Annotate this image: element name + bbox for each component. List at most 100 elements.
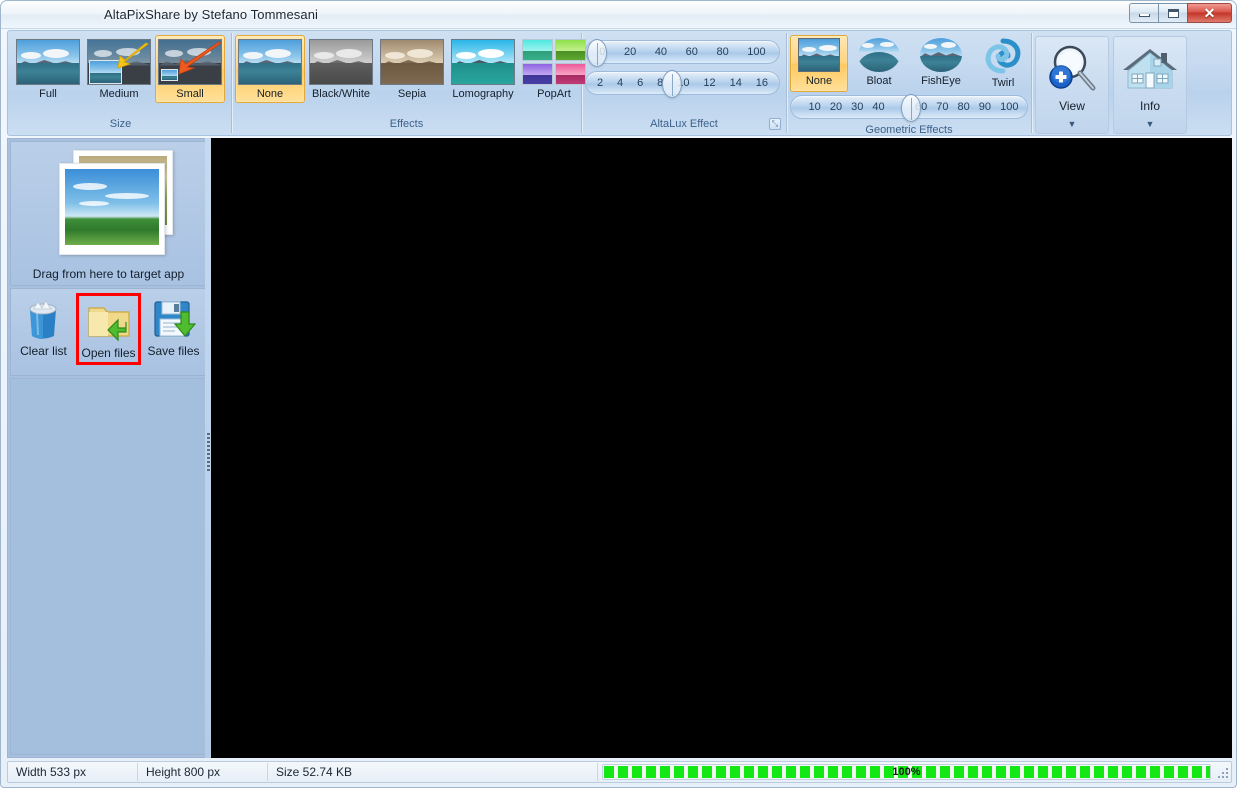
tick-label: 60 [685, 46, 698, 58]
drag-source-pane[interactable]: Drag from here to target app [10, 141, 207, 286]
altalux-scale-thumb[interactable] [662, 70, 682, 98]
tick-label: 80 [716, 46, 729, 58]
size-tile-medium[interactable]: Medium [84, 35, 154, 103]
floppy-save-icon [151, 296, 197, 342]
app-window: AltaPixShare by Stefano Tommesani ✕ Full… [0, 0, 1237, 788]
small-thumbnail [158, 39, 222, 85]
effect-tile-popart-label: PopArt [537, 88, 571, 100]
effects-gallery: None Black/White Sepia Lomography PopArt [235, 35, 586, 116]
effect-tile-sepia-label: Sepia [397, 88, 427, 100]
effect-tile-sepia[interactable]: Sepia [377, 35, 447, 103]
geometric-amount-thumb[interactable] [901, 94, 921, 122]
size-tile-small[interactable]: Small [155, 35, 225, 103]
maximize-button[interactable] [1158, 3, 1187, 23]
altalux-scale-slider-wrap: 2 4 6 8 10 12 14 16 [585, 68, 780, 98]
progress-bar-label: 100% [892, 766, 921, 778]
size-tile-full[interactable]: Full [13, 35, 83, 103]
medium-arrow-icon [117, 42, 149, 69]
medium-thumbnail [87, 39, 151, 85]
open-files-label: Open files [81, 346, 136, 360]
effects-group-label: Effects [389, 118, 424, 130]
view-button-label: View [1059, 99, 1085, 113]
minimize-button[interactable] [1129, 3, 1158, 23]
effect-tile-none[interactable]: None [235, 35, 305, 103]
geo-bloat-thumbnail [858, 38, 900, 72]
window-title: AltaPixShare by Stefano Tommesani [103, 7, 319, 22]
minimize-icon [1138, 14, 1150, 17]
altalux-group-label: AltaLux Effect ⤡ [585, 116, 783, 133]
tick-label: 6 [637, 77, 644, 89]
geometric-controls: None Bloat FishEye Twirl 10 20 30 40 60 … [790, 35, 1028, 122]
geo-tile-fisheye-label: FishEye [921, 75, 961, 87]
geometric-amount-slider[interactable]: 10 20 30 40 50 60 70 80 90 100 [790, 94, 1028, 122]
tick-label: 14 [729, 77, 742, 89]
tick-label: 12 [703, 77, 716, 89]
geo-tile-fisheye[interactable]: FishEye [910, 35, 972, 92]
effect-blackwhite-thumbnail [309, 39, 373, 85]
info-button-label: Info [1139, 99, 1160, 113]
effect-tile-popart[interactable]: PopArt [519, 35, 589, 103]
effect-lomography-thumbnail [451, 39, 515, 85]
left-sidebar: Drag from here to target app Clear list [7, 138, 210, 758]
effect-tile-none-label: None [256, 88, 284, 100]
geo-tile-twirl[interactable]: Twirl [974, 35, 1032, 92]
effect-tile-blackwhite-label: Black/White [311, 88, 371, 100]
chevron-down-icon[interactable]: ▼ [1068, 119, 1077, 129]
tick-label: 20 [623, 46, 637, 58]
status-size: Size 52.74 KB [268, 763, 598, 781]
maximize-icon [1167, 8, 1179, 18]
tick-label: 20 [829, 101, 843, 113]
effect-popart-thumbnail [522, 39, 586, 85]
close-icon: ✕ [1203, 5, 1216, 21]
altalux-controls: 0 20 40 60 80 100 2 4 [585, 35, 783, 116]
tick-label: 16 [755, 77, 769, 89]
size-group-label: Size [109, 118, 132, 130]
ribbon-group-geometric: None Bloat FishEye Twirl 10 20 30 40 60 … [787, 33, 1032, 136]
clear-list-button[interactable]: Clear list [11, 293, 76, 361]
geo-tile-none-label: None [805, 75, 833, 87]
info-button[interactable]: Info ▼ [1113, 36, 1187, 134]
altalux-scale-slider[interactable]: 2 4 6 8 10 12 14 16 [585, 70, 780, 98]
tick-label: 40 [654, 46, 668, 58]
altalux-strength-thumb[interactable] [587, 39, 607, 67]
altalux-strength-slider[interactable]: 0 20 40 60 80 100 [585, 39, 780, 67]
open-files-button[interactable]: Open files [75, 293, 142, 365]
open-folder-icon [86, 298, 132, 344]
effect-tile-lomography[interactable]: Lomography [448, 35, 518, 103]
trash-bin-icon [20, 296, 66, 342]
full-thumbnail [16, 39, 80, 85]
splitter-grip-icon [207, 433, 210, 473]
ribbon-group-view-info: View ▼ Info ▼ [1032, 33, 1218, 134]
file-actions-bar: Clear list Open files Save files [10, 288, 207, 376]
image-preview-canvas[interactable] [211, 138, 1232, 758]
geo-tile-bloat[interactable]: Bloat [850, 35, 908, 92]
size-gallery: Full Medium Small [13, 35, 228, 116]
ribbon-group-effects: None Black/White Sepia Lomography PopArt… [232, 33, 586, 133]
size-tile-full-label: Full [39, 88, 57, 100]
title-bar: AltaPixShare by Stefano Tommesani ✕ [1, 1, 1236, 29]
tick-label: 30 [851, 101, 864, 113]
view-button[interactable]: View ▼ [1035, 36, 1109, 134]
tick-label: 100 [747, 46, 766, 58]
tick-label: 2 [596, 77, 604, 89]
size-tile-small-label: Small [176, 88, 204, 100]
geo-fisheye-thumbnail [920, 38, 962, 72]
ribbon-group-size: Full Medium Small Size [10, 33, 232, 133]
tick-label: 40 [872, 101, 885, 113]
magnifier-plus-icon [1049, 45, 1096, 91]
file-list[interactable] [10, 378, 207, 755]
geo-tile-none[interactable]: None [790, 35, 848, 92]
altalux-strength-slider-wrap: 0 20 40 60 80 100 [585, 37, 780, 67]
effect-tile-blackwhite[interactable]: Black/White [306, 35, 376, 103]
tick-label: 90 [978, 101, 992, 113]
resize-grip-icon[interactable] [1215, 765, 1229, 779]
save-files-button[interactable]: Save files [141, 293, 206, 361]
chevron-down-icon[interactable]: ▼ [1146, 119, 1155, 129]
house-icon [1123, 49, 1177, 89]
photo-thumb-front [59, 163, 165, 255]
tick-label: 80 [957, 101, 970, 113]
geo-twirl-thumbnail [982, 38, 1024, 74]
status-bar: Width 533 px Height 800 px Size 52.74 KB… [7, 761, 1232, 783]
close-button[interactable]: ✕ [1187, 3, 1232, 23]
dialog-launcher-icon[interactable]: ⤡ [769, 118, 781, 130]
